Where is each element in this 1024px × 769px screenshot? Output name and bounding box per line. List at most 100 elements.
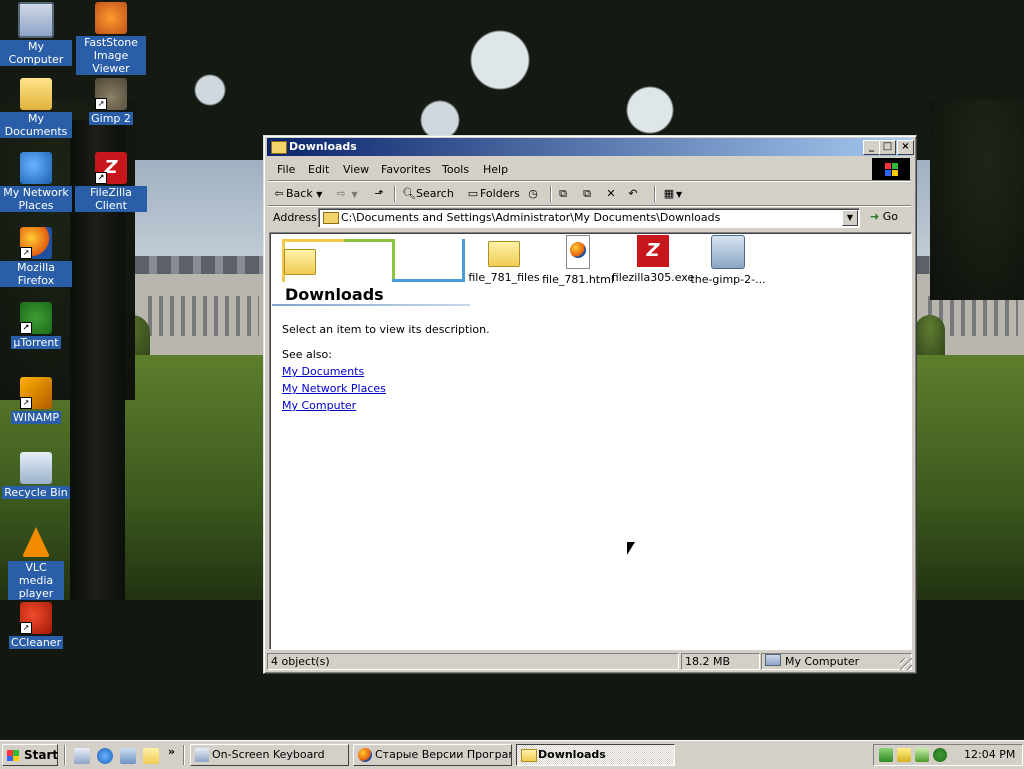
go-label: Go <box>882 210 898 223</box>
desktop-icon-label: CCleaner <box>8 636 64 649</box>
file-name: filezilla305.exe <box>611 271 695 284</box>
desktop-icon-winamp[interactable]: ↗ WINAMP <box>0 377 72 424</box>
shortcut-arrow-icon: ↗ <box>20 247 32 259</box>
task-downloads[interactable]: Downloads <box>516 744 675 766</box>
chevron-down-icon[interactable]: ▼ <box>842 210 858 226</box>
outlook-express-icon[interactable] <box>120 748 136 764</box>
desktop-icon-label: VLC media player <box>8 561 64 600</box>
folder-icon <box>271 141 287 154</box>
system-tray: 12:04 PM <box>873 744 1023 766</box>
desktop-icon-gimp[interactable]: ↗ Gimp 2 <box>75 78 147 125</box>
file-item[interactable]: file_781.html <box>536 235 620 286</box>
move-to-icon: ⧉ <box>559 187 567 200</box>
folder-icon <box>323 212 339 224</box>
utorrent-tray-icon[interactable] <box>933 748 947 762</box>
firefox-icon: ↗ <box>20 227 52 259</box>
shortcut-arrow-icon: ↗ <box>95 172 107 184</box>
close-button[interactable]: × <box>897 140 914 155</box>
sidebar-description: Select an item to view its description. <box>282 323 490 336</box>
menu-tools[interactable]: Tools <box>442 163 469 176</box>
status-zone-label: My Computer <box>785 655 860 668</box>
folder-view[interactable]: Downloads Select an item to view its des… <box>269 232 912 650</box>
power-tray-icon[interactable] <box>897 748 911 762</box>
my-computer-icon <box>765 654 781 666</box>
folder-large-icon <box>284 249 316 275</box>
desktop-icon-faststone[interactable]: FastStone Image Viewer <box>75 2 147 75</box>
file-item[interactable]: file_781_files <box>462 235 546 284</box>
clock[interactable]: 12:04 PM <box>964 748 1015 761</box>
taskbar: Start » On-Screen Keyboard Старые Версии… <box>0 740 1024 769</box>
go-button[interactable]: ➜ Go <box>870 210 898 223</box>
desktop-icon-filezilla[interactable]: Z ↗ FileZilla Client <box>75 152 147 212</box>
back-label: Back <box>286 187 313 200</box>
search-label: Search <box>416 187 454 200</box>
move-to-button[interactable]: ⧉ <box>556 185 570 203</box>
network-tray-icon[interactable] <box>879 748 893 762</box>
desktop-icon-vlc[interactable]: VLC media player <box>0 527 72 600</box>
desktop-icon-label: My Computer <box>0 40 72 66</box>
title-bar[interactable]: Downloads _ □ × <box>267 138 914 156</box>
search-folder-icon[interactable] <box>143 748 159 764</box>
winamp-icon: ↗ <box>20 377 52 409</box>
desktop-icon-recycle-bin[interactable]: Recycle Bin <box>0 452 72 499</box>
webview-header: Downloads <box>272 235 470 305</box>
menu-file[interactable]: File <box>277 163 295 176</box>
show-desktop-icon[interactable] <box>74 748 90 764</box>
menu-view[interactable]: View <box>343 163 369 176</box>
file-name: the-gimp-2-... <box>690 273 766 286</box>
up-folder-icon: ⬏ <box>374 187 384 200</box>
menu-bar: File Edit View Favorites Tools Help <box>268 159 908 179</box>
link-my-documents[interactable]: My Documents <box>282 365 364 378</box>
copy-to-button[interactable]: ⧉ <box>580 185 594 203</box>
desktop-icon-my-computer[interactable]: My Computer <box>0 2 72 66</box>
my-documents-icon <box>20 78 52 110</box>
file-item[interactable]: Z filezilla305.exe <box>611 235 695 284</box>
minimize-button[interactable]: _ <box>863 140 880 155</box>
folders-button[interactable]: ▭ Folders <box>466 185 520 203</box>
internet-explorer-icon[interactable] <box>97 748 113 764</box>
maximize-button[interactable]: □ <box>879 140 896 155</box>
desktop-icon-label: My Network Places <box>0 186 72 212</box>
menu-help[interactable]: Help <box>483 163 508 176</box>
delete-icon: ✕ <box>606 187 616 200</box>
security-tray-icon[interactable] <box>915 748 929 762</box>
link-my-network-places[interactable]: My Network Places <box>282 382 386 395</box>
menu-favorites[interactable]: Favorites <box>381 163 431 176</box>
copy-to-icon: ⧉ <box>583 187 591 200</box>
task-on-screen-keyboard[interactable]: On-Screen Keyboard <box>190 744 349 766</box>
address-path: C:\Documents and Settings\Administrator\… <box>341 211 721 224</box>
task-firefox[interactable]: Старые Версии Програм... <box>353 744 512 766</box>
history-button[interactable]: ◷ <box>526 185 540 203</box>
undo-button[interactable]: ↶ <box>626 185 640 203</box>
resize-grip[interactable] <box>900 658 912 670</box>
windows-logo-icon <box>872 158 910 180</box>
quick-launch-more-button[interactable]: » <box>168 745 175 758</box>
views-button[interactable]: ▦ ▼ <box>662 185 682 203</box>
desktop-icon-utorrent[interactable]: ↗ µTorrent <box>0 302 72 349</box>
desktop-icon-firefox[interactable]: ↗ Mozilla Firefox <box>0 227 72 287</box>
search-button[interactable]: 🔍︎Search <box>402 185 454 203</box>
desktop-icon-my-documents[interactable]: My Documents <box>0 78 72 138</box>
address-input[interactable]: C:\Documents and Settings\Administrator\… <box>318 208 860 228</box>
explorer-window: Downloads _ □ × File Edit View Favorites… <box>263 135 917 674</box>
standard-toolbar: ⇦ Back ▼ ⇨ ▼ ⬏ 🔍︎Search ▭ Folders ◷ ⧉ ⧉ ✕ … <box>270 183 910 205</box>
file-item[interactable]: the-gimp-2-... <box>686 235 770 286</box>
desktop-icon-label: FileZilla Client <box>75 186 147 212</box>
up-folder-button[interactable]: ⬏ <box>372 185 386 203</box>
desktop-icon-network-places[interactable]: My Network Places <box>0 152 72 212</box>
back-button[interactable]: ⇦ Back ▼ <box>272 185 322 203</box>
start-button[interactable]: Start <box>2 744 58 766</box>
firefox-icon <box>358 748 372 762</box>
desktop-icon-ccleaner[interactable]: ↗ CCleaner <box>0 602 72 649</box>
dropdown-arrow-icon: ▼ <box>351 190 358 199</box>
folders-label: Folders <box>480 187 520 200</box>
dropdown-arrow-icon: ▼ <box>316 190 323 199</box>
dropdown-arrow-icon: ▼ <box>676 190 683 199</box>
menu-edit[interactable]: Edit <box>308 163 329 176</box>
forward-button[interactable]: ⇨ ▼ <box>334 185 358 203</box>
desktop-icon-label: WINAMP <box>11 411 61 424</box>
keyboard-icon <box>195 748 209 762</box>
link-my-computer[interactable]: My Computer <box>282 399 356 412</box>
forward-arrow-icon: ⇨ <box>336 187 346 200</box>
delete-button[interactable]: ✕ <box>604 185 618 203</box>
